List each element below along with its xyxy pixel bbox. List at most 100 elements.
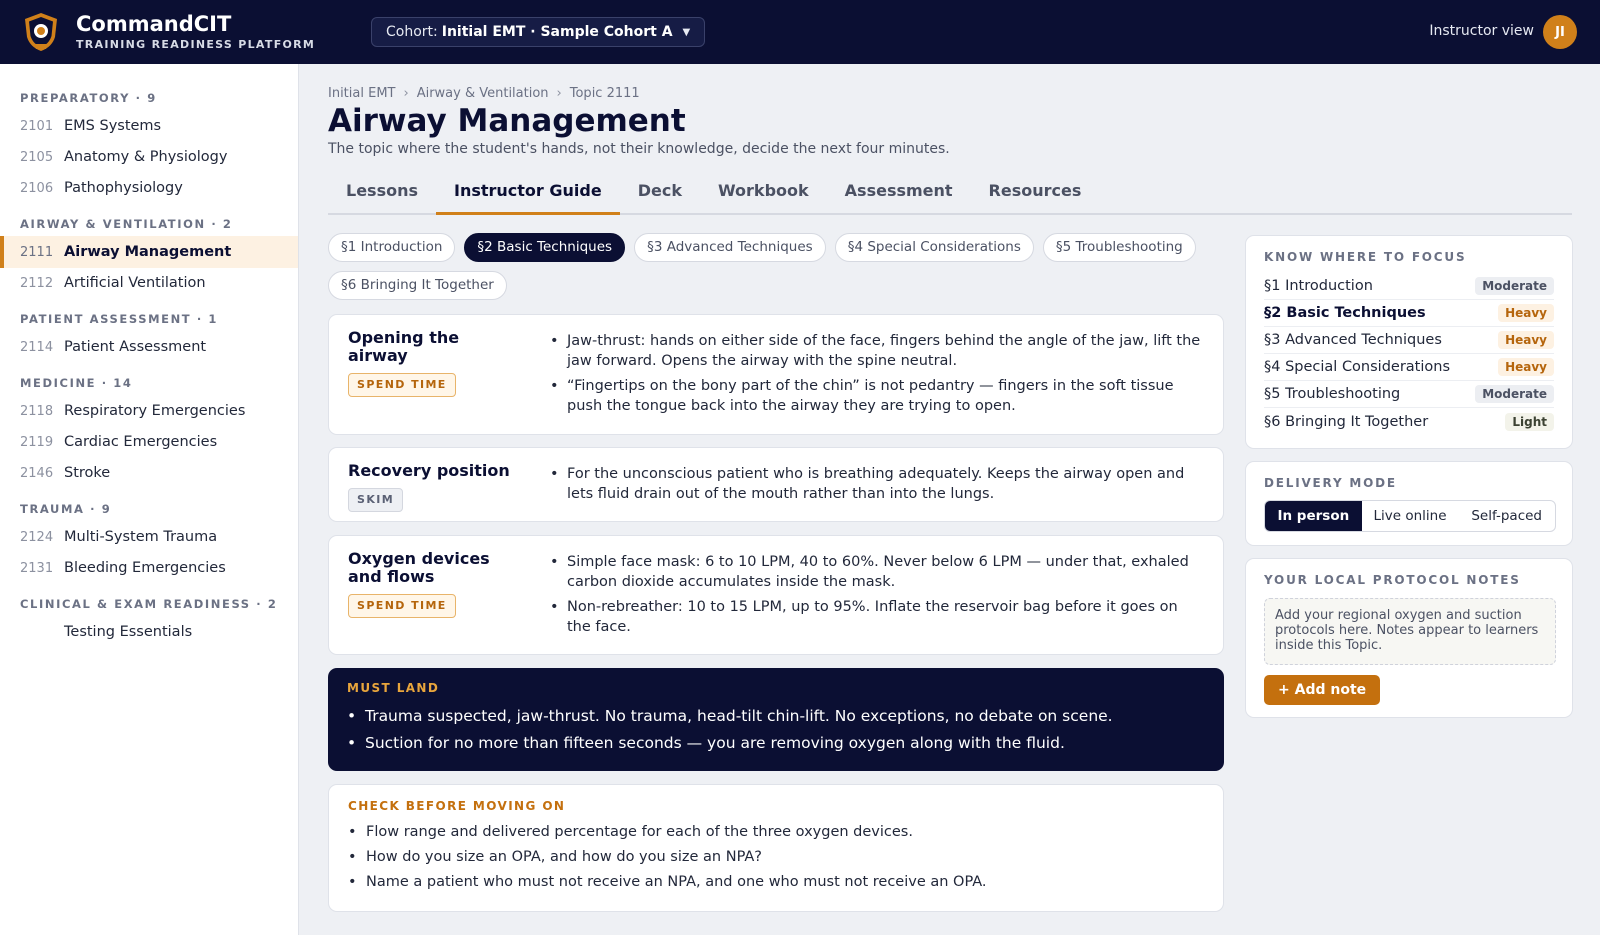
sidebar-section-title: PREPARATORY · 9 xyxy=(20,91,157,105)
focus-row[interactable]: §5 Troubleshooting Moderate xyxy=(1264,381,1554,408)
sidebar-item[interactable]: 2131 Bleeding Emergencies xyxy=(0,552,298,584)
card-bullet: Simple face mask: 6 to 10 LPM, 40 to 60%… xyxy=(550,552,1205,592)
delivery-option[interactable]: In person xyxy=(1265,501,1362,531)
sidebar-item[interactable]: 2118 Respiratory Emergencies xyxy=(0,395,298,427)
breadcrumb-item[interactable]: Initial EMT xyxy=(328,86,395,101)
section-chip[interactable]: §3 Advanced Techniques xyxy=(634,233,826,262)
notes-input[interactable]: Add your regional oxygen and suction pro… xyxy=(1264,598,1556,665)
cohort-selector[interactable]: Cohort: Initial EMT · Sample Cohort A ▼ xyxy=(371,17,706,47)
sidebar-item-label: Cardiac Emergencies xyxy=(64,434,218,450)
section-chip[interactable]: §4 Special Considerations xyxy=(834,233,1034,262)
sidebar-item[interactable]: 2105 Anatomy & Physiology xyxy=(0,141,298,173)
card-title: Oxygen devices and flows xyxy=(348,549,490,586)
breadcrumb-item[interactable]: Airway & Ventilation xyxy=(417,86,549,101)
card-bullets: Jaw-thrust: hands on either side of the … xyxy=(550,331,1205,421)
app-name: CommandCIT xyxy=(76,12,232,36)
sidebar-item-number: 2118 xyxy=(20,403,54,419)
sidebar-item[interactable]: 2112 Artificial Ventilation xyxy=(0,267,298,299)
card-bullets: Simple face mask: 6 to 10 LPM, 40 to 60%… xyxy=(550,552,1205,642)
sidebar-item-number: 2112 xyxy=(20,275,54,291)
sidebar-item-number: 2119 xyxy=(20,434,54,450)
cohort-value: Initial EMT · Sample Cohort A xyxy=(441,24,673,40)
delivery-option[interactable]: Self-paced xyxy=(1458,501,1555,531)
sidebar-item[interactable]: 2114 Patient Assessment xyxy=(0,331,298,363)
notes-title: YOUR LOCAL PROTOCOL NOTES xyxy=(1264,573,1521,587)
check-item: Flow range and delivered percentage for … xyxy=(348,820,987,845)
focus-title: KNOW WHERE TO FOCUS xyxy=(1264,250,1467,264)
shield-crest-icon xyxy=(25,13,57,51)
check-item: How do you size an OPA, and how do you s… xyxy=(348,845,987,870)
sidebar-item-label: Pathophysiology xyxy=(64,180,183,196)
tab-item[interactable]: Deck xyxy=(620,172,700,215)
sidebar-item-label: Respiratory Emergencies xyxy=(64,403,246,419)
brand[interactable]: CommandCIT TRAINING READINESS PLATFORM xyxy=(22,11,315,53)
view-mode-label: Instructor view xyxy=(1429,23,1534,39)
section-chip[interactable]: §2 Basic Techniques xyxy=(464,233,626,262)
must-land-panel: MUST LAND Trauma suspected, jaw-thrust. … xyxy=(328,668,1224,771)
sidebar-item[interactable]: 2146 Stroke xyxy=(0,457,298,489)
card-title: Recovery position xyxy=(348,461,510,480)
card-bullets: For the unconscious patient who is breat… xyxy=(550,464,1205,509)
must-land-item: Trauma suspected, jaw-thrust. No trauma,… xyxy=(347,703,1113,730)
section-chip[interactable]: §5 Troubleshooting xyxy=(1042,233,1196,262)
check-item: Name a patient who must not receive an N… xyxy=(348,870,987,895)
check-panel: CHECK BEFORE MOVING ON Flow range and de… xyxy=(328,784,1224,912)
tab-item[interactable]: Instructor Guide xyxy=(436,172,620,215)
focus-row[interactable]: §6 Bringing It Together Light xyxy=(1264,408,1554,435)
focus-panel: KNOW WHERE TO FOCUS §1 Introduction Moder… xyxy=(1245,235,1573,449)
sidebar-item-number: 2146 xyxy=(20,465,54,481)
must-land-title: MUST LAND xyxy=(347,681,440,695)
focus-row[interactable]: §2 Basic Techniques Heavy xyxy=(1264,300,1554,327)
tab-item[interactable]: Lessons xyxy=(328,172,436,215)
sidebar-item[interactable]: 2111 Airway Management xyxy=(0,236,298,268)
tab-item[interactable]: Assessment xyxy=(827,172,971,215)
sidebar-section-title: TRAUMA · 9 xyxy=(20,502,112,516)
focus-level-badge: Light xyxy=(1505,412,1554,431)
sidebar-section-title: PATIENT ASSESSMENT · 1 xyxy=(20,312,219,326)
topic-card: Oxygen devices and flows SPEND TIME Simple… xyxy=(328,535,1224,655)
delivery-mode-toggle: In person Live online Self-paced xyxy=(1264,500,1556,532)
sidebar-item-number: 2131 xyxy=(20,560,54,576)
section-chip[interactable]: §1 Introduction xyxy=(328,233,456,262)
topic-card: Recovery position SKIM For the unconscious… xyxy=(328,447,1224,522)
sidebar-item[interactable]: 2119 Cardiac Emergencies xyxy=(0,426,298,458)
card-bullet: For the unconscious patient who is breat… xyxy=(550,464,1205,504)
focus-row[interactable]: §4 Special Considerations Heavy xyxy=(1264,354,1554,381)
cohort-prefix: Cohort: xyxy=(386,24,438,40)
must-land-list: Trauma suspected, jaw-thrust. No trauma,… xyxy=(347,703,1113,757)
sidebar-section-title: CLINICAL & EXAM READINESS · 2 xyxy=(20,597,278,611)
sidebar-item[interactable]: 2124 Multi-System Trauma xyxy=(0,521,298,553)
card-title-block: Recovery position SKIM xyxy=(348,462,523,512)
sidebar-item[interactable]: 2101 EMS Systems xyxy=(0,110,298,142)
sidebar-item[interactable]: Testing Essentials xyxy=(0,616,298,648)
breadcrumb-item[interactable]: Topic 2111 xyxy=(570,86,640,101)
sidebar-item-number: 2111 xyxy=(20,244,54,260)
focus-level-badge: Heavy xyxy=(1498,358,1554,376)
sidebar-item-label: Artificial Ventilation xyxy=(64,275,206,291)
delivery-panel: DELIVERY MODE In person Live online Self-p… xyxy=(1245,461,1573,546)
page-subtitle: The topic where the student's hands, not… xyxy=(328,141,950,157)
sidebar-item-number: 2124 xyxy=(20,529,54,545)
focus-row-label: §1 Introduction xyxy=(1264,278,1373,294)
delivery-option[interactable]: Live online xyxy=(1362,501,1459,531)
add-note-button[interactable]: + Add note xyxy=(1264,675,1381,705)
sidebar-item-label: EMS Systems xyxy=(64,118,162,134)
priority-tag: SPEND TIME xyxy=(348,594,456,618)
sidebar-item[interactable]: 2106 Pathophysiology xyxy=(0,172,298,204)
priority-tag: SPEND TIME xyxy=(348,373,456,397)
app-subtitle: TRAINING READINESS PLATFORM xyxy=(76,38,316,51)
focus-row[interactable]: §1 Introduction Moderate xyxy=(1264,273,1554,300)
tab-item[interactable]: Workbook xyxy=(700,172,827,215)
avatar[interactable]: JI xyxy=(1543,15,1577,49)
breadcrumb-separator: › xyxy=(403,86,409,101)
section-chip[interactable]: §6 Bringing It Together xyxy=(328,271,507,300)
focus-row-label: §6 Bringing It Together xyxy=(1264,413,1429,430)
focus-level-badge: Heavy xyxy=(1498,331,1554,349)
card-bullet: “Fingertips on the bony part of the chin… xyxy=(550,376,1205,416)
focus-row[interactable]: §3 Advanced Techniques Heavy xyxy=(1264,327,1554,354)
card-title: Opening the airway xyxy=(348,328,460,365)
topic-card: Opening the airway SPEND TIME Jaw-thrust: … xyxy=(328,314,1224,435)
sidebar-item-number: 2101 xyxy=(20,118,54,134)
focus-row-label: §4 Special Considerations xyxy=(1264,359,1451,375)
tab-item[interactable]: Resources xyxy=(971,172,1100,215)
